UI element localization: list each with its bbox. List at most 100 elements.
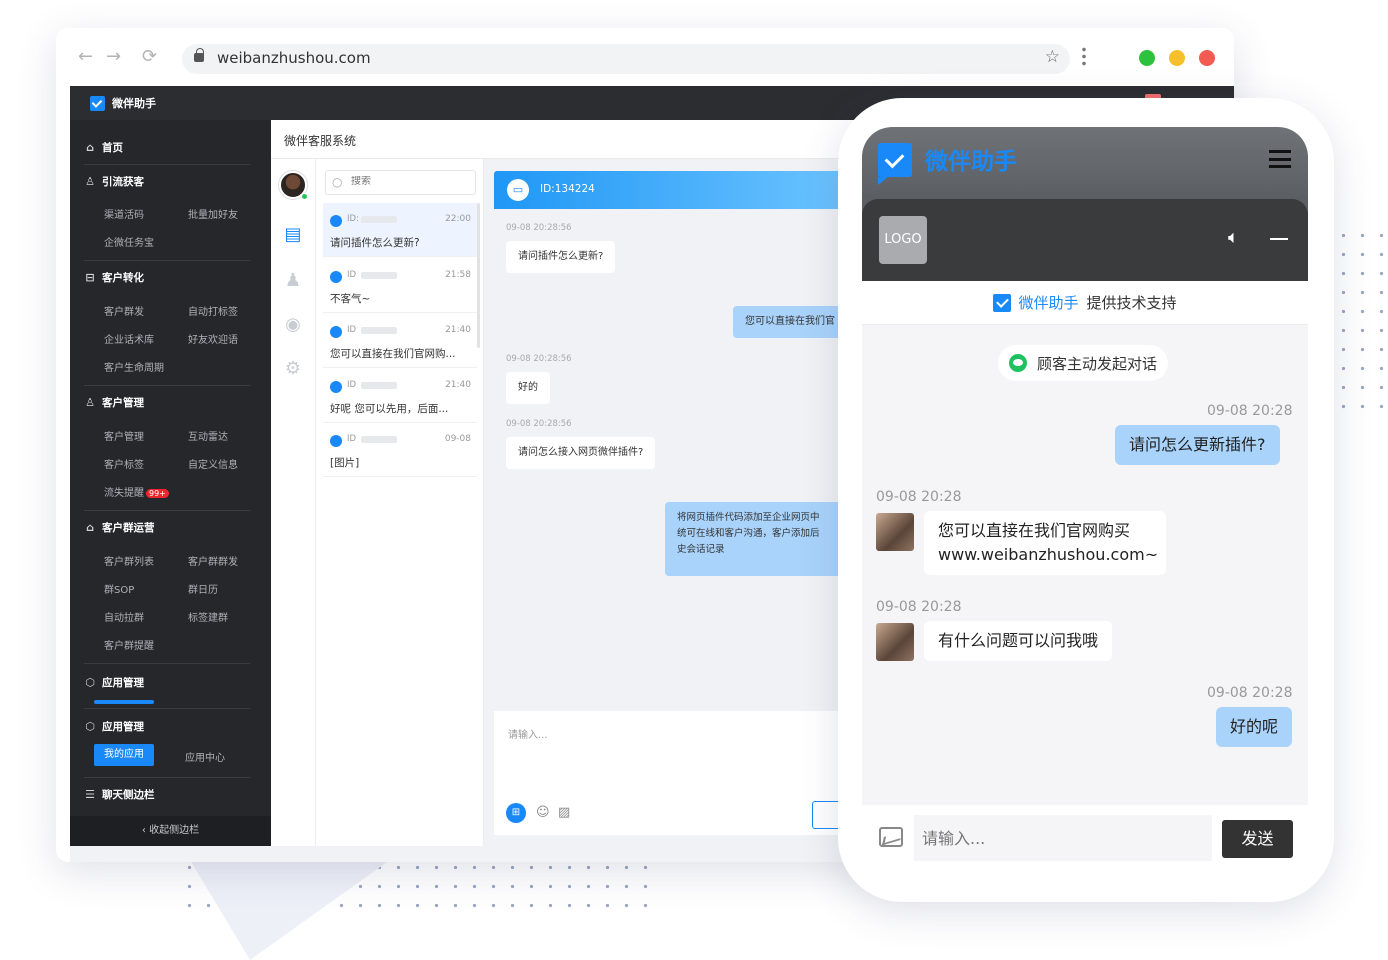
sidebar-item-acquisition[interactable]: ♙ 引流获客 (84, 174, 144, 189)
emoji-icon[interactable]: ☺ (536, 805, 550, 820)
conversation-item[interactable]: ID 21:58 不客气~ (323, 259, 477, 313)
sidebar-item-conversion[interactable]: ⊟ 客户转化 (84, 270, 144, 285)
message-line: www.weibanzhushou.com~ (938, 545, 1159, 564)
forward-icon[interactable]: → (106, 46, 121, 67)
sidebar-sub-customer-mgmt[interactable]: 客户管理 (104, 428, 144, 443)
sidebar-sub-auto-group[interactable]: 自动拉群 (104, 609, 144, 624)
sidebar-item-label: 聊天侧边栏 (102, 789, 155, 801)
app-icon: ⬡ (85, 676, 95, 689)
star-icon[interactable]: ☆ (1045, 47, 1060, 67)
chat-icon[interactable]: ▤ (283, 225, 303, 245)
close-button[interactable] (1199, 50, 1215, 66)
search-box[interactable]: ○ (325, 170, 476, 195)
menu-icon[interactable] (1082, 46, 1086, 68)
conversation-item[interactable]: ID: 22:00 请问插件怎么更新? (323, 203, 477, 257)
powered-by: 微伴助手 提供技术支持 (862, 281, 1308, 325)
image-upload-icon[interactable] (879, 827, 903, 847)
conversation-item[interactable]: ID 09-08 [图片] (323, 423, 477, 477)
maximize-button[interactable] (1139, 50, 1155, 66)
sidebar-sub-channel-code[interactable]: 渠道活码 (104, 206, 144, 221)
conversation-id: ID (347, 325, 357, 335)
redacted-id (361, 272, 397, 279)
image-icon[interactable]: ▨ (558, 805, 570, 820)
sidebar-item-chat-sidebar[interactable]: ☰ 聊天侧边栏 (84, 787, 155, 802)
sidebar-item-apps-2[interactable]: ⬡ 应用管理 (84, 719, 144, 734)
sidebar-sub-task[interactable]: 企微任务宝 (104, 234, 154, 249)
session-started-notice: 顾客主动发起对话 (998, 345, 1169, 381)
sidebar-sub-group-reminder[interactable]: 客户群提醒 (104, 637, 154, 652)
customer-icon: ♙ (85, 396, 95, 409)
online-status-dot (301, 193, 308, 200)
brand-logo-icon (878, 143, 912, 185)
sidebar-item-apps[interactable]: ⬡ 应用管理 (84, 675, 144, 690)
check-logo-icon (993, 293, 1012, 312)
sidebar-sub-welcome[interactable]: 好友欢迎语 (188, 331, 238, 346)
sidebar-sub-group-list[interactable]: 客户群列表 (104, 553, 154, 568)
app-icon: ⬡ (85, 720, 95, 733)
message-bubble-right: 您可以直接在我们官 (733, 306, 854, 338)
search-icon: ○ (332, 175, 343, 189)
message-input[interactable] (914, 815, 1212, 861)
sidebar-item-group-ops[interactable]: ⌂ 客户群运营 (84, 520, 155, 535)
back-icon[interactable]: ← (78, 46, 93, 67)
collapse-sidebar-button[interactable]: ‹ 收起侧边栏 (70, 816, 271, 846)
sidebar-item-home[interactable]: ⌂ 首页 (84, 140, 123, 155)
message-bubble-right: 请问怎么更新插件? (1115, 425, 1280, 465)
web-visitor-icon (330, 271, 342, 283)
app-brand[interactable]: 微伴助手 (90, 95, 156, 111)
sidebar-sub-group-sop[interactable]: 群SOP (104, 581, 134, 596)
sidebar-sub-lifecycle[interactable]: 客户生命周期 (104, 359, 164, 374)
settings-icon[interactable]: ⚙ (283, 359, 303, 379)
sidebar-sub-custom-info[interactable]: 自定义信息 (188, 456, 238, 471)
conversation-preview: 您可以直接在我们官网购... (330, 348, 456, 360)
sidebar-sub-tags[interactable]: 客户标签 (104, 456, 144, 471)
compass-icon[interactable]: ◉ (283, 315, 303, 335)
widget-brand: 微伴助手 (925, 149, 1017, 175)
sidebar-item-label: 客户群运营 (102, 522, 155, 534)
minimize-icon[interactable] (1270, 238, 1288, 240)
divider (84, 385, 250, 386)
address-bar[interactable]: weibanzhushou.com ☆ (182, 44, 1070, 74)
message-composer[interactable]: 请输入... ⊞ ☺ ▨ (494, 711, 854, 835)
hamburger-menu-icon[interactable] (1269, 150, 1291, 168)
decor-triangle (190, 860, 390, 960)
notice-text: 顾客主动发起对话 (1037, 354, 1158, 373)
sidebar-sub-radar[interactable]: 互动雷达 (188, 428, 228, 443)
sidebar-sub-app-center[interactable]: 应用中心 (185, 749, 225, 764)
conversation-time: 21:40 (445, 325, 471, 335)
send-button[interactable]: 发送 (1222, 820, 1293, 858)
conversation-item[interactable]: ID 21:40 您可以直接在我们官网购... (323, 314, 477, 368)
sidebar-sub-churn[interactable]: 流失提醒 99+ (104, 484, 169, 499)
redacted-id (361, 216, 397, 223)
quick-reply-icon[interactable]: ⊞ (506, 803, 526, 823)
message-timestamp: 09-08 20:28 (876, 599, 962, 615)
widget-header: 微伴助手 (862, 127, 1308, 199)
minimize-button[interactable] (1169, 50, 1185, 66)
sidebar-sub-auto-tag[interactable]: 自动打标签 (188, 303, 238, 318)
sidebar-sub-group-calendar[interactable]: 群日历 (188, 581, 218, 596)
speaker-icon[interactable]: 🔈︎ (1228, 227, 1239, 248)
sidebar-sub-scripts[interactable]: 企业话术库 (104, 331, 154, 346)
search-input[interactable] (351, 176, 461, 187)
scrollbar[interactable] (477, 203, 480, 348)
sidebar-item-customers[interactable]: ♙ 客户管理 (84, 395, 144, 410)
sidebar-sub-batch-add[interactable]: 批量加好友 (188, 206, 238, 221)
web-visitor-icon (330, 215, 342, 227)
conversation-item[interactable]: ID 21:40 好呢 您可以先用，后面... (323, 369, 477, 423)
message-timestamp: 09-08 20:28 (1207, 685, 1293, 701)
powered-by-text: 提供技术支持 (1086, 294, 1177, 312)
sidebar-sub-mass-send[interactable]: 客户群发 (104, 303, 144, 318)
sidebar-item-label: 应用管理 (102, 721, 144, 733)
sidebar-sub-my-apps[interactable]: 我的应用 (94, 744, 154, 766)
sidebar-item-label: 客户转化 (102, 272, 144, 284)
sidebar-sub-tag-group[interactable]: 标签建群 (188, 609, 228, 624)
home-icon: ⌂ (86, 141, 94, 154)
message-bubble-left: 有什么问题可以问我哦 (924, 621, 1113, 661)
sidebar-sub-group-send[interactable]: 客户群群发 (188, 553, 238, 568)
sidebar-item-label: 引流获客 (102, 176, 144, 188)
message-timestamp: 09-08 20:28:56 (506, 354, 572, 364)
reload-icon[interactable]: ⟳ (142, 46, 157, 67)
dot-pattern-right (1334, 226, 1388, 418)
conversation-id: ID (347, 434, 357, 444)
contacts-icon[interactable]: ♟ (283, 271, 303, 291)
